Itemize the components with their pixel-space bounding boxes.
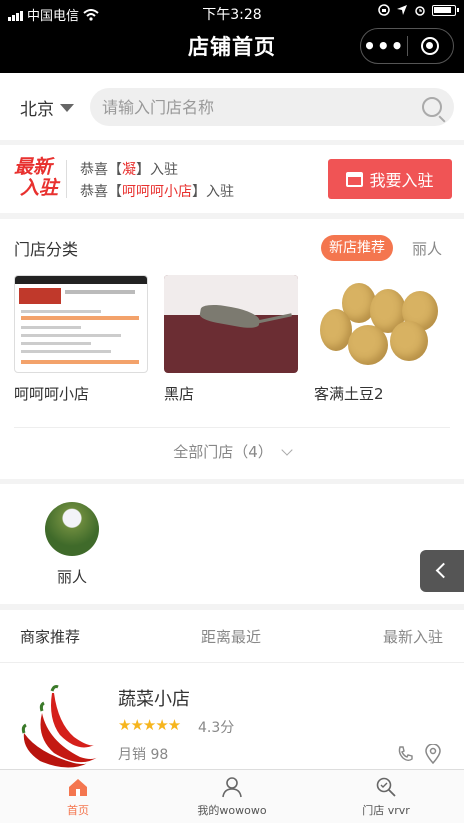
logo-line-1: 最新 <box>14 156 53 178</box>
tab-label: 门店 vrvr <box>362 804 410 817</box>
location-pin-icon[interactable] <box>424 744 442 764</box>
close-button[interactable] <box>408 37 454 55</box>
announcement-suffix: 】入驻 <box>136 162 178 178</box>
tab-stores[interactable]: 门店 vrvr <box>326 776 446 818</box>
battery-icon <box>432 4 459 16</box>
tab-recommended[interactable]: 商家推荐 <box>20 626 80 647</box>
city-label: 北京 <box>20 100 54 120</box>
store-name: 黑店 <box>164 385 195 403</box>
rotation-lock-icon <box>378 4 390 16</box>
search-box <box>90 88 454 126</box>
join-announcements: 恭喜【凝】入驻 恭喜【呵呵呵小店】入驻 <box>80 159 234 203</box>
phone-icon[interactable] <box>396 745 414 763</box>
top-bar: 中国电信 下午3:28 店铺首页 ••• <box>0 0 464 73</box>
store-card[interactable]: 黑店 <box>164 275 298 404</box>
join-button[interactable]: 我要入驻 <box>328 159 452 199</box>
location-arrow-icon <box>397 5 407 15</box>
store-thumbnail <box>164 275 298 373</box>
alarm-icon <box>415 6 425 16</box>
tab-nearest[interactable]: 距离最近 <box>201 626 261 647</box>
tab-profile[interactable]: 我的wowowo <box>172 776 292 818</box>
join-button-label: 我要入驻 <box>369 171 434 190</box>
banner-divider <box>66 160 67 198</box>
all-stores-label: 全部门店（4） <box>173 443 273 461</box>
new-join-logo: 最新 入驻 <box>14 157 58 199</box>
tab-home[interactable]: 首页 <box>18 776 138 818</box>
search-bar: 北京 <box>0 73 464 140</box>
announcement-suffix: 】入驻 <box>192 184 234 200</box>
merchant-thumbnail <box>21 685 98 768</box>
category-name: 丽人 <box>56 568 87 586</box>
status-bar: 中国电信 下午3:28 <box>0 0 464 26</box>
caret-down-icon <box>60 103 74 112</box>
announcement-prefix: 恭喜【 <box>80 162 122 178</box>
chevron-down-icon <box>281 444 293 456</box>
all-stores-button[interactable]: 全部门店（4） <box>14 427 450 477</box>
store-categories: 门店分类 新店推荐 丽人 呵呵呵小店 黑店 客满土豆2 全部门店（4） <box>0 219 464 479</box>
home-icon <box>69 779 87 796</box>
close-target-icon <box>421 37 440 55</box>
city-selector[interactable]: 北京 <box>20 95 74 120</box>
announcement-prefix: 恭喜【 <box>80 184 122 200</box>
merchant-tabs: 商家推荐 距离最近 最新入驻 <box>0 610 464 663</box>
store-card[interactable]: 呵呵呵小店 <box>14 275 148 404</box>
search-icon[interactable] <box>422 97 442 117</box>
more-button[interactable]: ••• <box>361 36 407 56</box>
category-avatar[interactable] <box>45 502 99 556</box>
announcement-1: 恭喜【凝】入驻 <box>80 159 234 181</box>
join-banner: 最新 入驻 恭喜【凝】入驻 恭喜【呵呵呵小店】入驻 我要入驻 <box>0 145 464 213</box>
rating-stars: ★★★★★ <box>118 716 181 734</box>
bottom-tab-bar: 首页 我的wowowo 门店 vrvr <box>0 769 464 823</box>
merchant-name: 蔬菜小店 <box>118 689 190 710</box>
search-input[interactable] <box>90 88 390 126</box>
store-name: 客满土豆2 <box>314 385 384 403</box>
announcement-store-name: 凝 <box>122 162 136 178</box>
category-icons: 丽人 <box>0 484 464 604</box>
announcement-2: 恭喜【呵呵呵小店】入驻 <box>80 181 234 203</box>
tab-label: 我的wowowo <box>197 804 267 817</box>
store-name: 呵呵呵小店 <box>14 385 90 403</box>
logo-line-2: 入驻 <box>20 177 59 199</box>
back-button[interactable] <box>420 550 464 592</box>
store-search-icon <box>376 777 396 797</box>
shop-icon <box>346 171 364 187</box>
tab-new-stores[interactable]: 新店推荐 <box>321 235 393 261</box>
tab-newest[interactable]: 最新入驻 <box>383 626 443 647</box>
merchant-card[interactable]: 蔬菜小店 ★★★★★ 4.3分 月销 98 <box>0 663 464 769</box>
person-icon <box>222 777 242 798</box>
store-thumbnail <box>314 275 448 373</box>
store-card[interactable]: 客满土豆2 <box>314 275 448 404</box>
rating-score: 4.3分 <box>198 720 235 736</box>
store-thumbnail <box>14 275 148 373</box>
announcement-store-name: 呵呵呵小店 <box>122 184 192 200</box>
tab-beauty[interactable]: 丽人 <box>412 238 442 259</box>
tab-label: 首页 <box>67 804 89 817</box>
mini-program-capsule: ••• <box>360 28 454 64</box>
monthly-sales: 月销 98 <box>118 747 169 763</box>
section-title: 门店分类 <box>14 240 79 259</box>
